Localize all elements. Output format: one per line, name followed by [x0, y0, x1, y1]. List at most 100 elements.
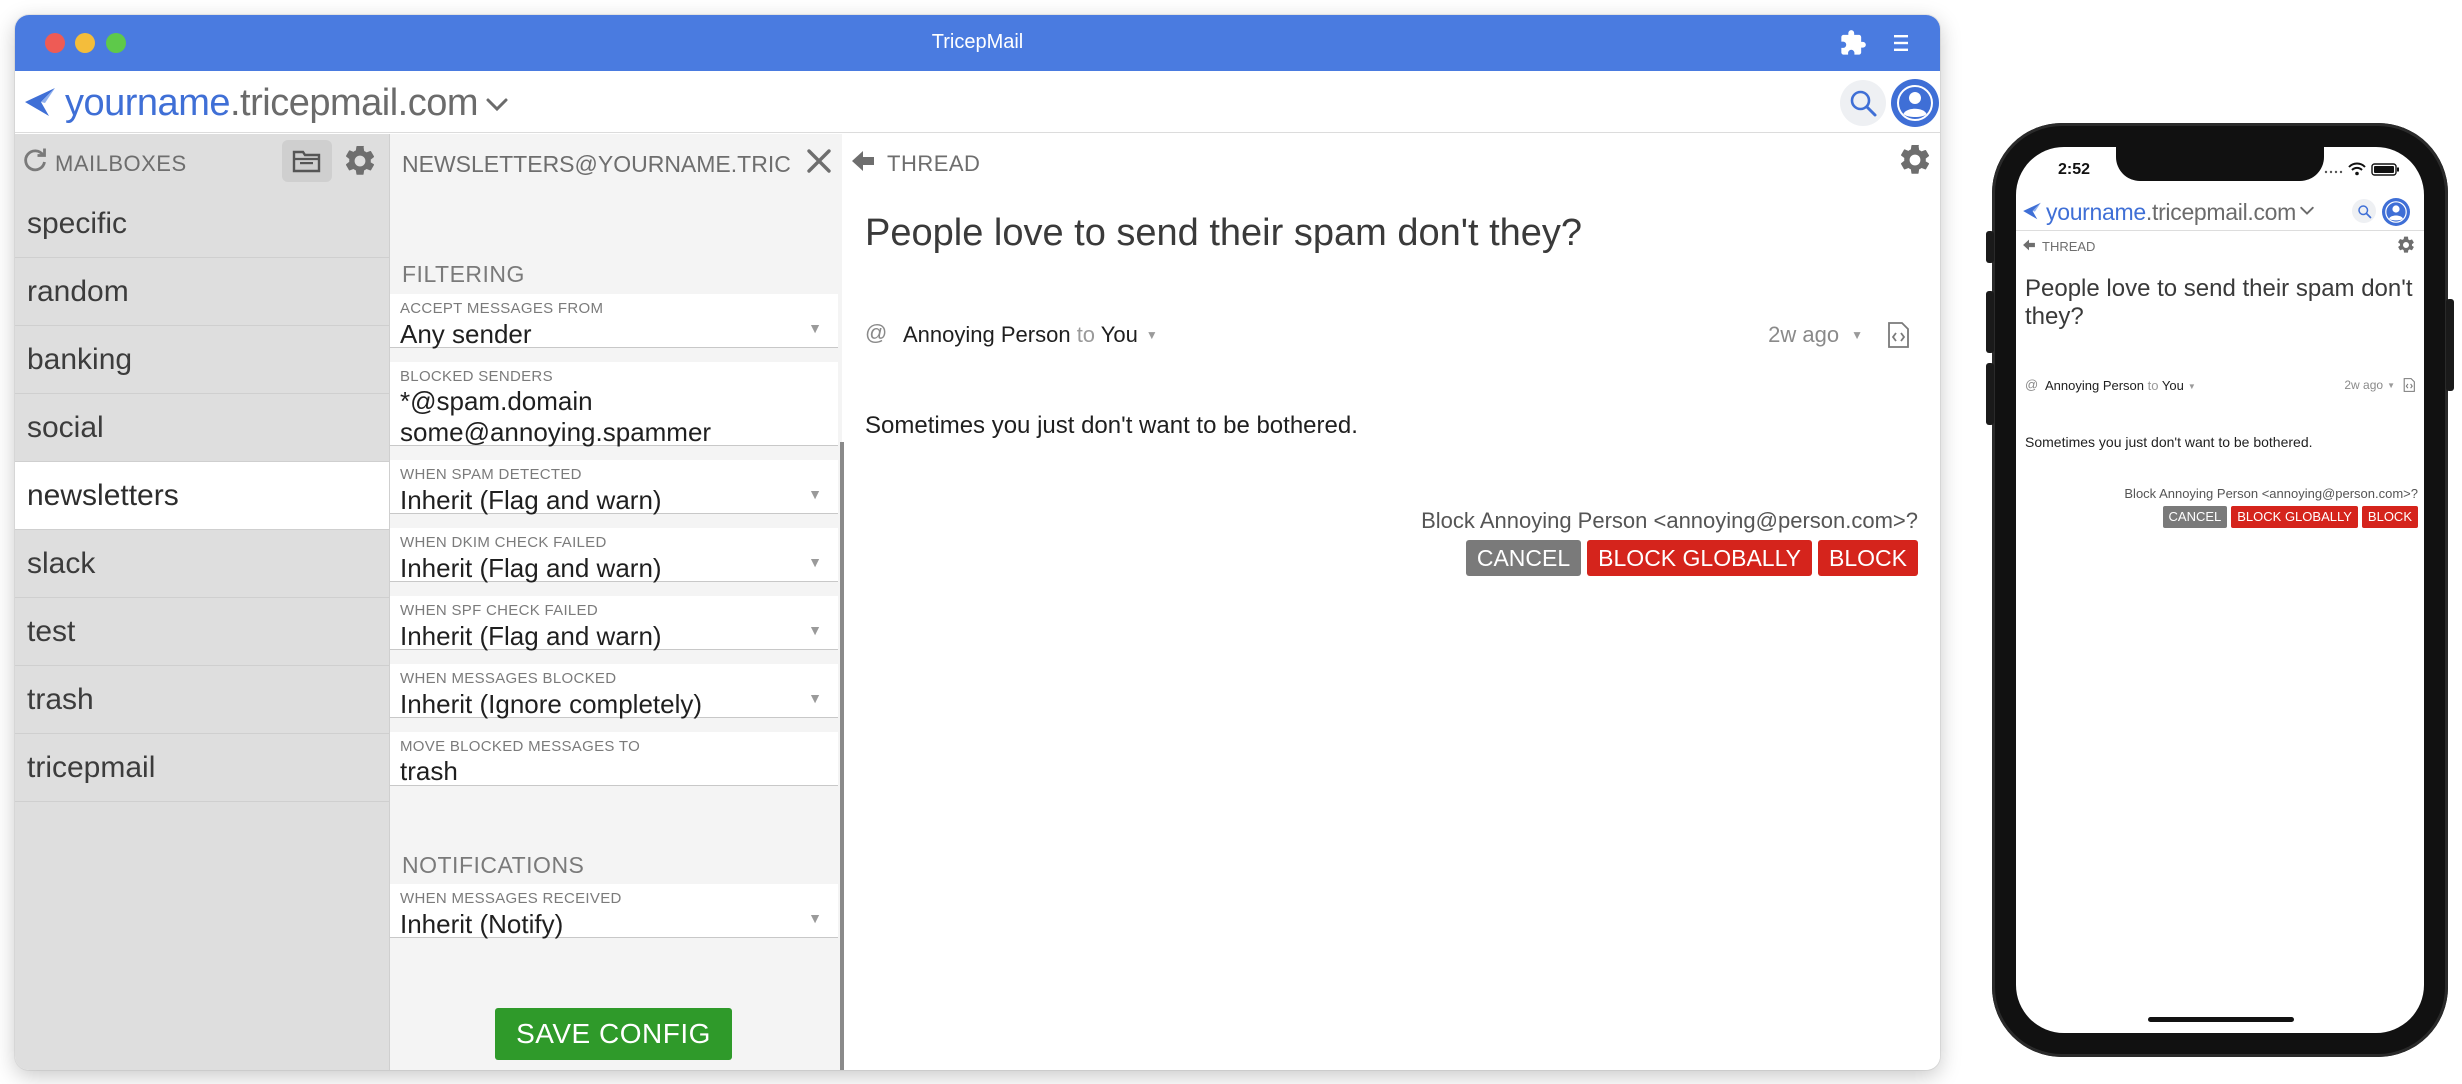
messages-received-select[interactable]: WHEN MESSAGES RECEIVED Inherit (Notify) …	[390, 884, 838, 939]
thread-header: THREAD	[844, 134, 1940, 190]
account-domain[interactable]: yourname.tricepmail.com	[65, 82, 478, 125]
mailbox-item-banking[interactable]: banking	[15, 326, 389, 394]
dropdown-caret-icon: ▼	[2387, 381, 2395, 390]
sender-name: Annoying Person	[903, 322, 1071, 347]
user-icon	[2385, 201, 2407, 223]
phone-message-body: Sometimes you just don't want to be both…	[2025, 434, 2313, 450]
refresh-icon[interactable]	[21, 146, 49, 174]
dropdown-caret-icon: ▼	[808, 554, 822, 570]
phone-message-meta: @ Annoying Person to You ▼ 2w ago ▼	[2025, 377, 2417, 395]
back-arrow-icon[interactable]	[2022, 238, 2036, 252]
mailbox-item-newsletters[interactable]: newsletters	[15, 462, 389, 530]
mailboxes-panel: MAILBOXES specific random banking social…	[15, 134, 389, 1070]
blocked-senders-label: BLOCKED SENDERS	[400, 368, 553, 385]
extensions-icon[interactable]	[1839, 29, 1867, 57]
mailbox-item-trash[interactable]: trash	[15, 666, 389, 734]
cancel-button[interactable]: CANCEL	[2162, 506, 2228, 528]
sender-name: Annoying Person	[2045, 378, 2145, 393]
recipient-name: You	[1100, 322, 1138, 347]
view-source-icon[interactable]	[1883, 320, 1913, 350]
block-button[interactable]: BLOCK	[2361, 506, 2418, 528]
sender-recipient[interactable]: Annoying Person to You ▼	[2045, 378, 2196, 393]
mailbox-list: specific random banking social newslette…	[15, 190, 389, 802]
phone-thread-title: THREAD	[2042, 239, 2096, 254]
dropdown-caret-icon: ▼	[2187, 382, 2196, 391]
phone-avatar[interactable]	[2382, 198, 2410, 226]
filtering-section-title: FILTERING	[402, 261, 525, 287]
phone-block-sender-prompt: Block Annoying Person <annoying@person.c…	[2124, 486, 2418, 501]
dropdown-caret-icon: ▼	[1145, 328, 1158, 342]
notifications-section-title: NOTIFICATIONS	[402, 852, 585, 878]
to-word: to	[2147, 378, 2159, 393]
at-sign-icon: @	[2025, 377, 2039, 392]
messages-blocked-label: WHEN MESSAGES BLOCKED	[400, 670, 617, 687]
phone-status-bar: 2:52	[2016, 147, 2424, 191]
search-button[interactable]	[1840, 80, 1886, 126]
at-sign-icon: @	[865, 320, 888, 345]
home-indicator[interactable]	[2148, 1017, 2294, 1022]
mailbox-item-slack[interactable]: slack	[15, 530, 389, 598]
mailbox-item-social[interactable]: social	[15, 394, 389, 462]
mailboxes-settings-gear-icon[interactable]	[342, 143, 378, 179]
save-config-button[interactable]: SAVE CONFIG	[495, 1008, 732, 1060]
recipient-name: You	[2161, 378, 2184, 393]
phone-search-button[interactable]	[2352, 199, 2376, 223]
messages-blocked-select[interactable]: WHEN MESSAGES BLOCKED Inherit (Ignore co…	[390, 664, 838, 719]
message-time[interactable]: 2w ago ▼	[1768, 322, 1863, 348]
domain-host: .tricepmail.com	[2145, 199, 2297, 225]
thread-settings-gear-icon[interactable]	[2396, 235, 2416, 255]
mailboxes-header: MAILBOXES	[15, 134, 389, 190]
config-title: NEWSLETTERS@YOURNAME.TRIC	[402, 151, 791, 177]
tricepmail-logo-icon	[23, 85, 57, 119]
dropdown-caret-icon: ▼	[1851, 328, 1863, 342]
avatar[interactable]	[1891, 79, 1939, 127]
to-word: to	[1076, 322, 1096, 347]
mailbox-item-specific[interactable]: specific	[15, 190, 389, 258]
spam-detected-label: WHEN SPAM DETECTED	[400, 466, 582, 483]
wifi-icon	[2348, 162, 2366, 176]
view-source-icon[interactable]	[2401, 377, 2417, 393]
block-sender-prompt: Block Annoying Person <annoying@person.c…	[1421, 508, 1918, 533]
mailbox-config-panel: NEWSLETTERS@YOURNAME.TRIC FILTERING ACCE…	[389, 134, 842, 1070]
menu-icon[interactable]	[1887, 29, 1915, 57]
chevron-down-icon[interactable]	[2298, 202, 2316, 220]
back-arrow-icon[interactable]	[850, 148, 876, 174]
message-time[interactable]: 2w ago ▼	[2344, 378, 2395, 392]
block-globally-button[interactable]: BLOCK GLOBALLY	[1587, 540, 1813, 576]
blocked-senders-field[interactable]: BLOCKED SENDERS *@spam.domain some@annoy…	[390, 362, 838, 447]
dropdown-caret-icon: ▼	[808, 320, 822, 336]
phone-screen: 2:52 yourname.tricepmail.com THREAD Peop…	[2016, 147, 2424, 1033]
chevron-down-icon[interactable]	[483, 91, 511, 119]
folder-icon	[292, 150, 321, 173]
phone-volume-up	[1986, 291, 1994, 353]
title-bar: TricepMail	[15, 15, 1940, 71]
app-window: TricepMail yourname.tricepmail.com MAILB…	[15, 15, 1940, 1070]
cellular-signal-icon	[2324, 170, 2343, 174]
dkim-failed-select[interactable]: WHEN DKIM CHECK FAILED Inherit (Flag and…	[390, 528, 838, 583]
thread-panel: THREAD People love to send their spam do…	[844, 134, 1940, 1070]
phone-account-domain[interactable]: yourname.tricepmail.com	[2046, 199, 2296, 226]
close-icon[interactable]	[804, 146, 834, 176]
cancel-button[interactable]: CANCEL	[1465, 540, 1582, 576]
thread-settings-gear-icon[interactable]	[1897, 142, 1933, 178]
spam-detected-value: Inherit (Flag and warn)	[400, 485, 662, 515]
block-globally-button[interactable]: BLOCK GLOBALLY	[2231, 506, 2358, 528]
message-body: Sometimes you just don't want to be both…	[865, 412, 1358, 439]
time-ago: 2w ago	[1768, 322, 1840, 347]
mailbox-item-random[interactable]: random	[15, 258, 389, 326]
search-icon	[2357, 204, 2371, 218]
new-folder-button[interactable]	[282, 140, 332, 182]
dkim-failed-value: Inherit (Flag and warn)	[400, 553, 662, 583]
thread-title: THREAD	[887, 151, 981, 176]
tricepmail-logo-icon	[2022, 201, 2042, 221]
accept-from-select[interactable]: ACCEPT MESSAGES FROM Any sender ▼	[390, 294, 838, 349]
spf-failed-select[interactable]: WHEN SPF CHECK FAILED Inherit (Flag and …	[390, 596, 838, 651]
sender-recipient[interactable]: Annoying Person to You ▼	[903, 322, 1158, 348]
mailbox-item-test[interactable]: test	[15, 598, 389, 666]
search-icon	[1850, 90, 1877, 117]
move-blocked-field[interactable]: MOVE BLOCKED MESSAGES TO trash	[390, 732, 838, 786]
block-actions: CANCEL BLOCK GLOBALLY BLOCK	[1465, 540, 1918, 576]
block-button[interactable]: BLOCK	[1818, 540, 1918, 576]
spam-detected-select[interactable]: WHEN SPAM DETECTED Inherit (Flag and war…	[390, 460, 838, 515]
mailbox-item-tricepmail[interactable]: tricepmail	[15, 734, 389, 802]
